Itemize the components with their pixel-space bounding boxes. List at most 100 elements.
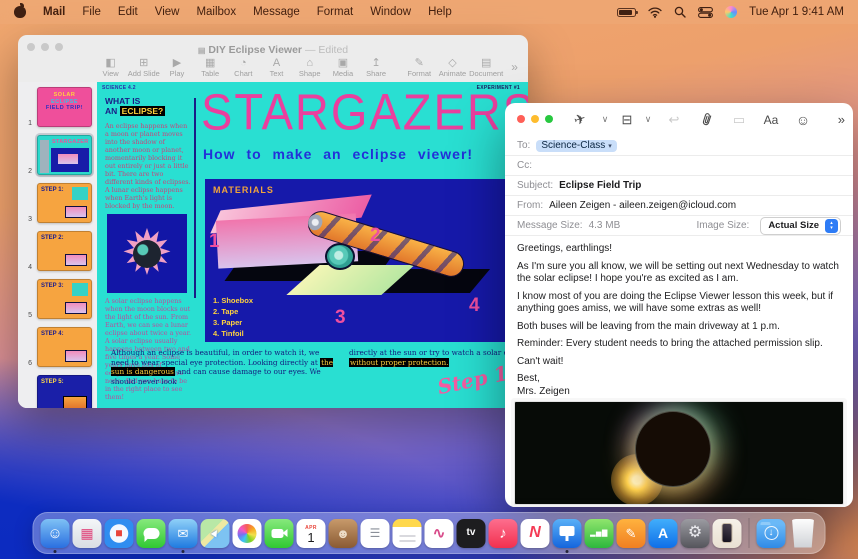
view-button[interactable]: ◧View xyxy=(94,57,127,78)
slide-thumbnail-2-selected[interactable]: 2 STARGAZER xyxy=(18,133,97,177)
spotlight-search-icon[interactable] xyxy=(674,6,686,18)
message-body[interactable]: Greetings, earthlings! As I'm sure you a… xyxy=(505,236,853,398)
dock-iphone-mirroring-icon[interactable] xyxy=(713,519,742,548)
menu-message[interactable]: Message xyxy=(253,6,300,18)
keynote-titlebar[interactable]: ▤DIY Eclipse Viewer — Edited xyxy=(18,35,528,52)
close-button[interactable] xyxy=(517,115,525,123)
format-text-icon[interactable]: Aa xyxy=(755,113,787,127)
text-button[interactable]: AText xyxy=(260,57,293,78)
mail-compose-window: ✈ ∨ ⊟ ∨ ↩ ▭ Aa ☺ » To: Science-Class▾ Cc… xyxy=(505,103,853,507)
image-size-select[interactable]: Actual Size ▴▾ xyxy=(760,217,841,235)
dock-numbers-icon[interactable]: ▂▅▇ xyxy=(585,519,614,548)
dock-launchpad-icon[interactable]: ▦ xyxy=(73,519,102,548)
zoom-button[interactable] xyxy=(545,115,553,123)
wifi-icon[interactable] xyxy=(648,7,662,18)
document-button[interactable]: ▤Document xyxy=(469,57,503,78)
close-button[interactable] xyxy=(27,43,35,51)
figure-number-3: 3 xyxy=(335,307,346,329)
to-field[interactable]: To: Science-Class▾ xyxy=(505,136,853,156)
slide-canvas[interactable]: SCIENCE 4.2 EXPERIMENT #1 WHAT IS AN ECL… xyxy=(97,82,528,408)
slide-thumbnail-5[interactable]: 5 STEP 3: xyxy=(18,277,97,321)
dock-appstore-icon[interactable]: A xyxy=(649,519,678,548)
message-size-value: 4.3 MB xyxy=(589,220,621,231)
slide-thumbnail-6[interactable]: 6 STEP 4: xyxy=(18,325,97,369)
from-field[interactable]: From: Aileen Zeigen - aileen.zeigen@iclo… xyxy=(505,196,853,216)
dock-messages-icon[interactable] xyxy=(137,519,166,548)
play-button[interactable]: ▶Play xyxy=(160,57,193,78)
stepper-icon: ▴▾ xyxy=(825,219,838,233)
reply-icon: ↩ xyxy=(657,112,691,128)
menu-app-name[interactable]: Mail xyxy=(43,6,65,18)
sun-illustration: ✹ xyxy=(107,214,187,293)
dock-news-icon[interactable]: N xyxy=(521,519,550,548)
shape-button[interactable]: ⌂Shape xyxy=(293,57,326,78)
dock-contacts-icon[interactable]: ☻ xyxy=(329,519,358,548)
dock-tv-icon[interactable]: tv xyxy=(457,519,486,548)
dock-finder-icon[interactable]: ☺ xyxy=(41,519,70,548)
dock-photos-icon[interactable] xyxy=(233,519,262,548)
body-signature: Best, xyxy=(517,373,841,386)
media-button[interactable]: ▣Media xyxy=(326,57,359,78)
dock-keynote-icon[interactable] xyxy=(553,519,582,548)
menu-clock[interactable]: Tue Apr 1 9:41 AM xyxy=(749,6,844,18)
dock-safari-icon[interactable]: ◆ xyxy=(105,519,134,548)
cc-field[interactable]: Cc: xyxy=(505,156,853,176)
dock-music-icon[interactable]: ♪ xyxy=(489,519,518,548)
toolbar-overflow-icon[interactable]: » xyxy=(838,112,845,127)
attach-icon[interactable] xyxy=(691,112,723,127)
image-size-label: Image Size: xyxy=(697,220,750,231)
dock-calendar-icon[interactable]: APR1 xyxy=(297,519,326,548)
dock-downloads-icon[interactable]: ↓ xyxy=(757,519,786,548)
menu-view[interactable]: View xyxy=(155,6,180,18)
dock-facetime-icon[interactable] xyxy=(265,519,294,548)
siri-icon[interactable] xyxy=(725,6,737,18)
eclipse-photo-attachment[interactable] xyxy=(515,402,843,504)
menu-bar: Mail File Edit View Mailbox Message Form… xyxy=(0,0,858,24)
animate-button[interactable]: ◇Animate xyxy=(436,57,469,78)
add-slide-button[interactable]: ⊞Add Slide xyxy=(127,57,160,78)
zoom-button[interactable] xyxy=(55,43,63,51)
send-options-chevron-icon[interactable]: ∨ xyxy=(595,114,615,125)
table-button[interactable]: ▦Table xyxy=(194,57,227,78)
minimize-button[interactable] xyxy=(531,115,539,123)
slide-header-left: SCIENCE 4.2 xyxy=(102,85,136,91)
slide-thumbnail-7[interactable]: 7 STEP 5: xyxy=(18,373,97,408)
share-button[interactable]: ↥Share xyxy=(360,57,393,78)
mail-toolbar: ✈ ∨ ⊟ ∨ ↩ ▭ Aa ☺ » xyxy=(505,103,853,136)
recipient-token[interactable]: Science-Class▾ xyxy=(536,140,616,152)
header-fields-chevron-icon[interactable]: ∨ xyxy=(639,114,657,125)
dock-notes-icon[interactable] xyxy=(393,519,422,548)
format-button[interactable]: ✎Format xyxy=(403,57,436,78)
dock-freeform-icon[interactable]: ∿ xyxy=(425,519,454,548)
apple-menu-icon[interactable] xyxy=(14,6,26,18)
dock-maps-icon[interactable]: ▲ xyxy=(201,519,230,548)
control-center-icon[interactable] xyxy=(698,7,713,18)
chart-button[interactable]: ◔Chart xyxy=(227,57,260,78)
dock-reminders-icon[interactable]: ☰ xyxy=(361,519,390,548)
animate-icon: ◇ xyxy=(448,57,456,69)
slide-thumbnail-1[interactable]: 1 SOLAR ECLIPSE FIELD TRIP! xyxy=(18,85,97,129)
subject-field[interactable]: Subject: Eclipse Field Trip xyxy=(505,176,853,196)
sidebar-heading: WHAT IS AN ECLIPSE? xyxy=(105,96,191,116)
mail-traffic-lights[interactable] xyxy=(517,115,553,123)
emoji-icon[interactable]: ☺ xyxy=(787,112,819,128)
menu-help[interactable]: Help xyxy=(428,6,452,18)
dock-settings-icon[interactable]: ⚙ xyxy=(681,519,710,548)
slide-thumbnail-3[interactable]: 3 STEP 1: xyxy=(18,181,97,225)
menu-edit[interactable]: Edit xyxy=(118,6,138,18)
battery-icon[interactable] xyxy=(617,8,636,17)
minimize-button[interactable] xyxy=(41,43,49,51)
menu-mailbox[interactable]: Mailbox xyxy=(196,6,236,18)
header-fields-icon[interactable]: ⊟ xyxy=(615,112,639,128)
body-signature: Mrs. Zeigen xyxy=(517,386,841,399)
menu-window[interactable]: Window xyxy=(370,6,411,18)
dock-mail-icon[interactable]: ✉ xyxy=(169,519,198,548)
menu-file[interactable]: File xyxy=(82,6,101,18)
slide-thumbnail-4[interactable]: 4 STEP 2: xyxy=(18,229,97,273)
dock-trash-icon[interactable] xyxy=(789,519,818,548)
menu-format[interactable]: Format xyxy=(317,6,353,18)
keynote-traffic-lights[interactable] xyxy=(27,43,63,51)
toolbar-overflow-icon[interactable]: » xyxy=(511,60,518,74)
dock-pages-icon[interactable]: ✎ xyxy=(617,519,646,548)
send-icon[interactable]: ✈ xyxy=(563,107,597,132)
